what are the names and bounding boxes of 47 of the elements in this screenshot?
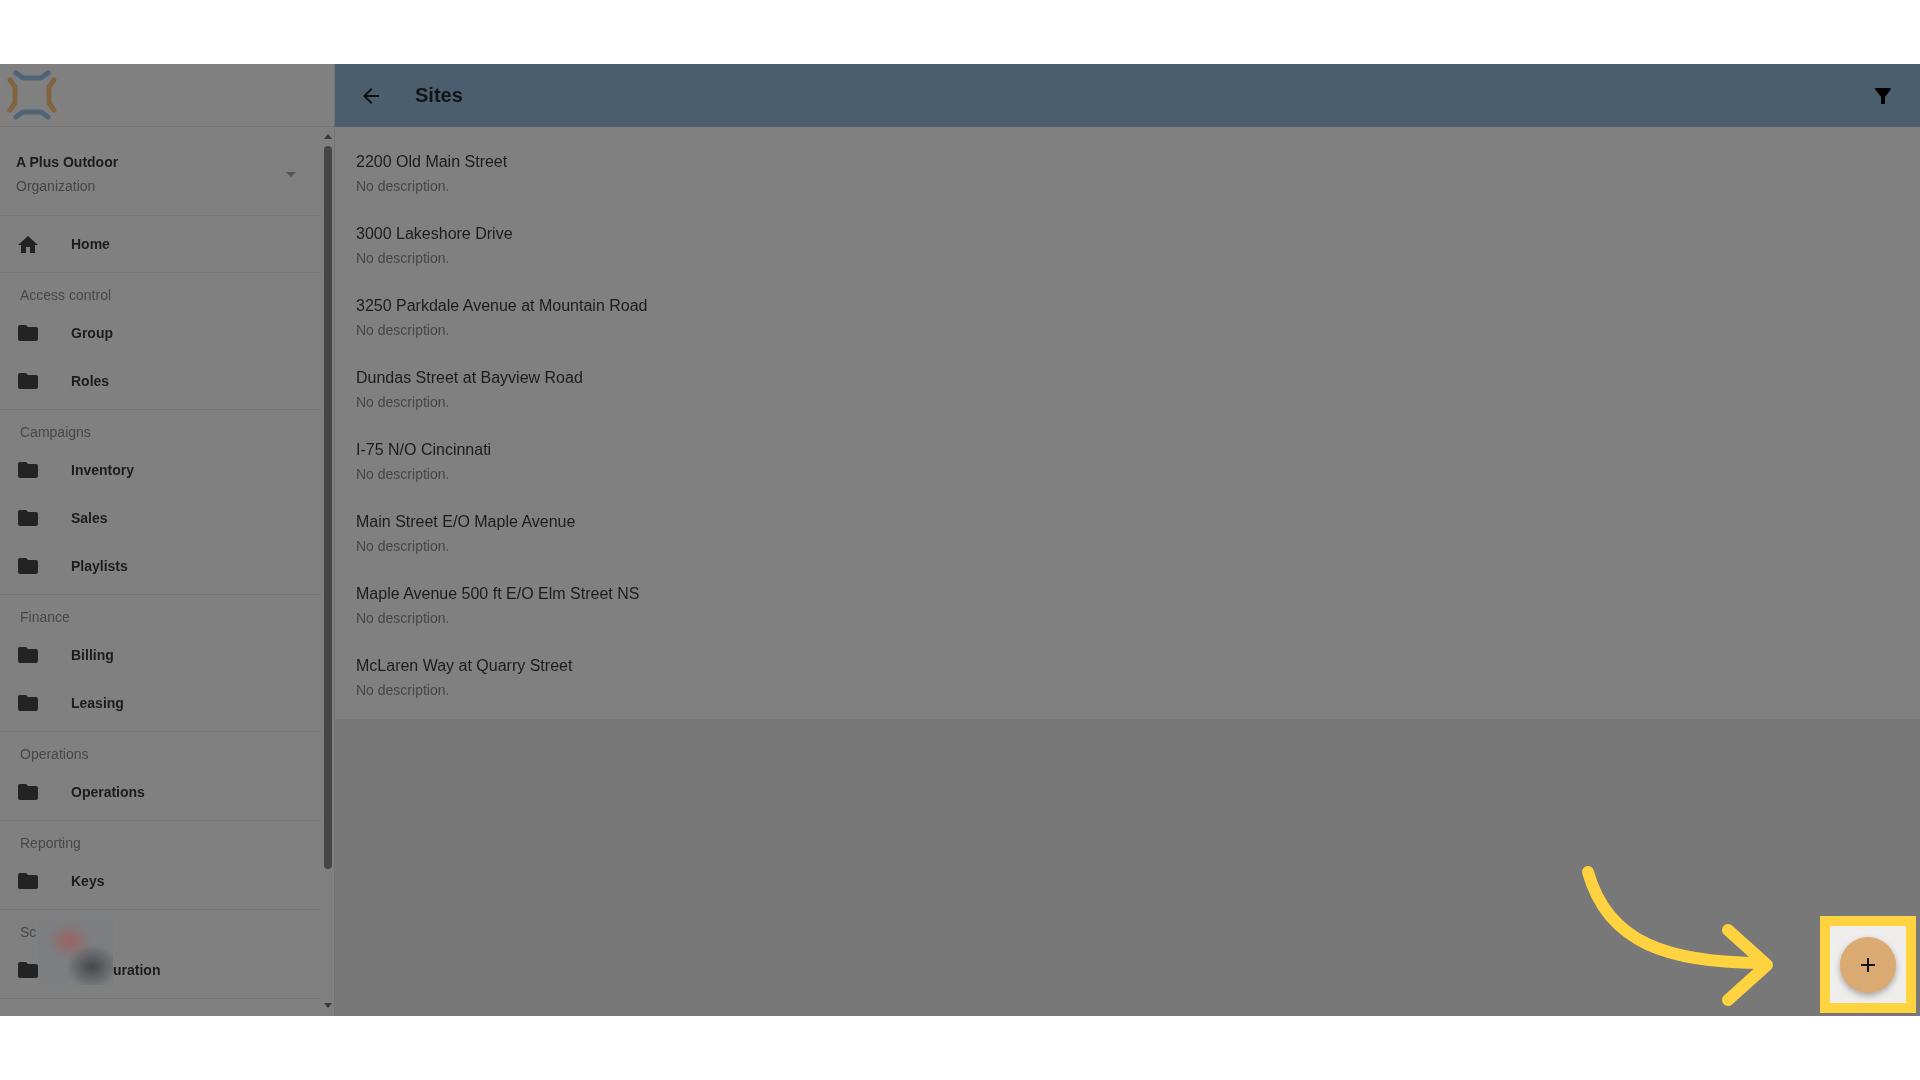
folder-icon bbox=[18, 784, 38, 800]
nav-item[interactable]: Billing bbox=[0, 631, 321, 679]
add-button[interactable] bbox=[1840, 936, 1896, 993]
site-list-item[interactable]: Maple Avenue 500 ft E/O Elm Street NS No description. bbox=[335, 567, 1920, 639]
page-title: Sites bbox=[415, 84, 463, 107]
site-list-item[interactable]: Main Street E/O Maple Avenue No description. bbox=[335, 495, 1920, 567]
nav-item[interactable]: Sales bbox=[0, 494, 321, 542]
section-heading: Access control bbox=[20, 286, 112, 305]
folder-icon bbox=[18, 558, 38, 574]
site-list-item[interactable]: 3250 Parkdale Avenue at Mountain Road No description. bbox=[335, 279, 1920, 351]
folder-icon bbox=[18, 695, 38, 711]
folder-icon bbox=[18, 510, 38, 526]
filter-icon bbox=[1875, 87, 1891, 104]
nav-item[interactable]: Playlists bbox=[0, 542, 321, 590]
site-list-item[interactable]: 3000 Lakeshore Drive No description. bbox=[335, 207, 1920, 279]
folder-icon bbox=[18, 373, 38, 389]
scrollbar-thumb[interactable] bbox=[323, 146, 332, 869]
organization-selector[interactable]: A Plus Outdoor Organization bbox=[0, 127, 321, 215]
nav-item[interactable]: Home bbox=[0, 220, 321, 268]
scroll-down-icon[interactable] bbox=[323, 1003, 332, 1008]
section-heading: Sc bbox=[20, 923, 37, 942]
plus-icon bbox=[1861, 957, 1875, 972]
section-heading: Finance bbox=[20, 608, 70, 627]
home-icon bbox=[18, 235, 38, 253]
site-list-item[interactable]: Dundas Street at Bayview Road No description. bbox=[335, 351, 1920, 423]
section-heading: Campaigns bbox=[20, 423, 91, 442]
nav-item[interactable]: Leasing bbox=[0, 679, 321, 727]
site-list-item[interactable]: I-75 N/O Cincinnati No description. bbox=[335, 423, 1920, 495]
app-logo bbox=[7, 70, 57, 120]
nav-item[interactable]: Keys bbox=[0, 857, 321, 905]
folder-icon bbox=[18, 873, 38, 889]
back-arrow-icon bbox=[363, 87, 379, 104]
nav-item[interactable]: Inventory bbox=[0, 446, 321, 494]
site-list-item[interactable]: 2200 Old Main Street No description. bbox=[335, 135, 1920, 207]
scroll-up-icon[interactable] bbox=[323, 134, 332, 139]
nav-item[interactable]: Group bbox=[0, 309, 321, 357]
folder-icon bbox=[18, 647, 38, 663]
section-heading: Reporting bbox=[20, 834, 81, 853]
site-list-item[interactable]: McLaren Way at Quarry Street No description. bbox=[335, 639, 1920, 711]
folder-icon bbox=[18, 325, 38, 341]
nav-item[interactable]: Operations bbox=[0, 768, 321, 816]
section-heading: Operations bbox=[20, 745, 89, 764]
dropdown-caret-icon bbox=[286, 171, 296, 177]
nav-item[interactable]: Roles bbox=[0, 357, 321, 405]
folder-icon bbox=[18, 962, 38, 978]
folder-icon bbox=[18, 462, 38, 478]
nav-item[interactable]: uration bbox=[0, 946, 321, 994]
